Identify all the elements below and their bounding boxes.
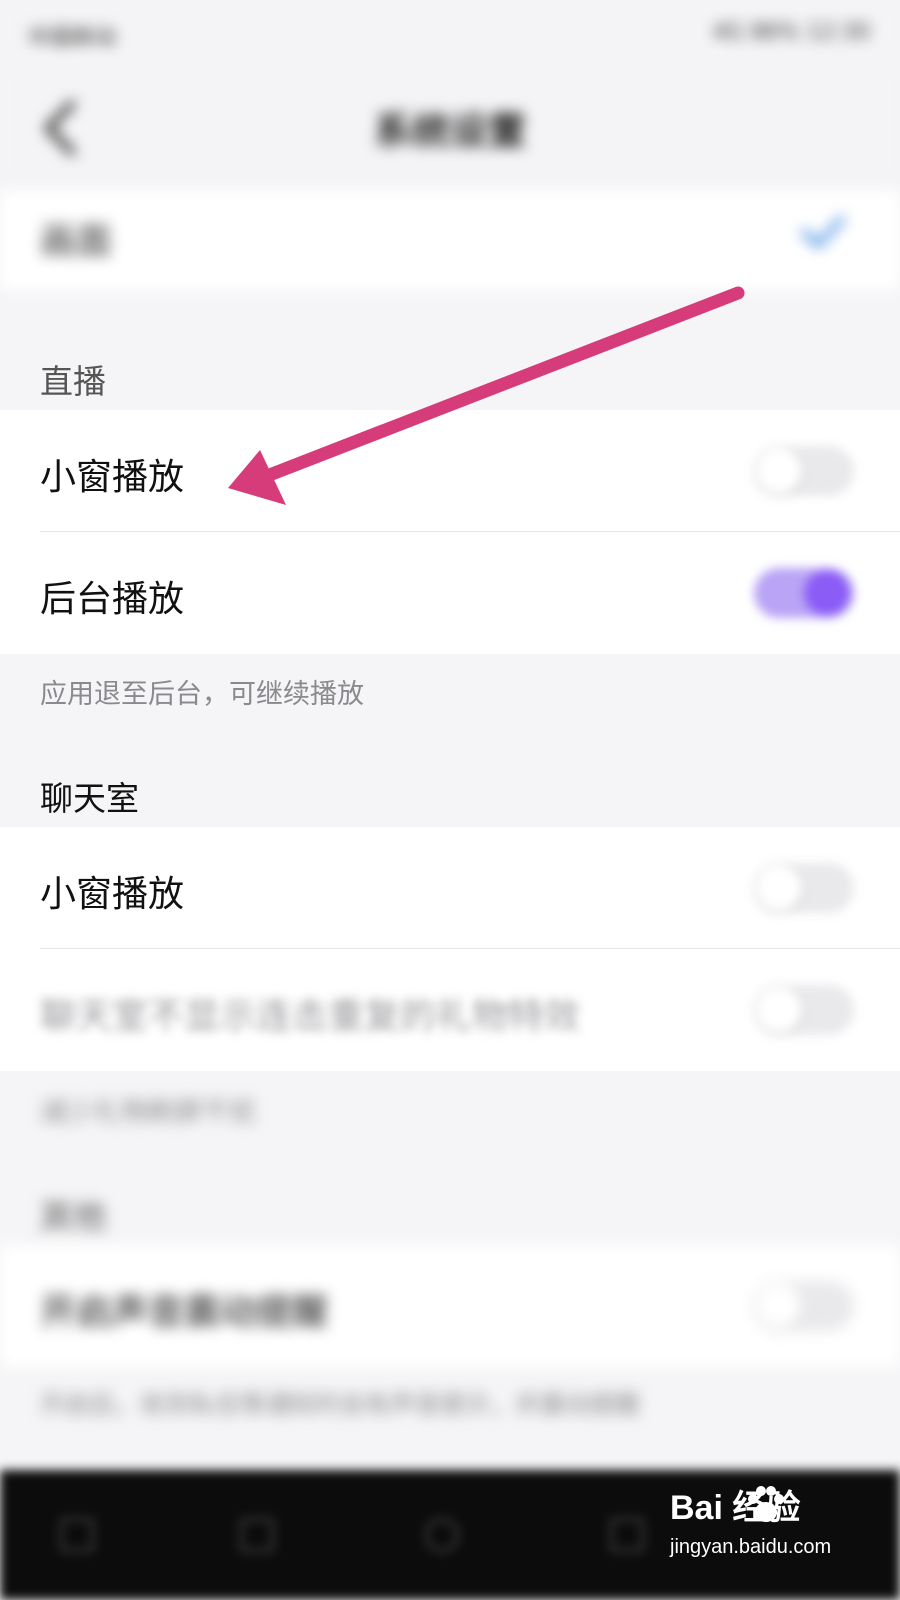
home-button[interactable]	[425, 1518, 459, 1552]
live-background-row[interactable]: 后台播放	[0, 532, 900, 654]
recents-button[interactable]	[610, 1518, 644, 1552]
top-row-label: 画面	[40, 221, 113, 262]
paw-icon	[748, 1486, 784, 1522]
chatroom-pip-label: 小窗播放	[40, 874, 185, 915]
back-button[interactable]	[240, 1518, 274, 1552]
other-sound-toggle[interactable]	[754, 1281, 854, 1331]
status-icons: 4G 86% 12:30	[712, 20, 870, 45]
baidu-jingyan-watermark: Bai 经验 jingyan.baidu.com	[670, 1480, 840, 1580]
live-pip-label: 小窗播放	[40, 457, 185, 498]
chatroom-pip-toggle[interactable]	[754, 863, 854, 913]
other-sound-hint: 开启后，收到私信等通知时会有声音提示，并震动提醒	[40, 1390, 641, 1419]
watermark-url: jingyan.baidu.com	[670, 1536, 832, 1558]
carrier-label: 中国移动	[28, 26, 117, 51]
chatroom-pip-row[interactable]: 小窗播放	[0, 827, 900, 949]
nav-bar: 系统设置	[0, 60, 900, 190]
status-bar: 中国移动 4G 86% 12:30	[0, 0, 900, 60]
chatroom-gift-toggle[interactable]	[754, 985, 854, 1035]
top-setting-row[interactable]: 画面	[0, 190, 900, 290]
other-sound-row[interactable]: 开启声音震动提醒	[0, 1245, 900, 1367]
section-header-other: 其他	[40, 1197, 106, 1236]
section-header-live: 直播	[40, 362, 106, 401]
toggle-knob	[756, 1283, 802, 1329]
toggle-knob	[756, 865, 802, 911]
section-header-chatroom: 聊天室	[40, 779, 139, 818]
menu-button[interactable]	[60, 1518, 94, 1552]
toggle-knob	[756, 448, 802, 494]
live-pip-row[interactable]: 小窗播放	[0, 410, 900, 532]
page-title: 系统设置	[373, 109, 526, 153]
live-pip-toggle[interactable]	[754, 446, 854, 496]
live-background-toggle[interactable]	[754, 568, 854, 618]
toggle-knob	[804, 570, 850, 616]
chatroom-hint: 减少礼物刷屏干扰	[40, 1097, 256, 1128]
live-background-label: 后台播放	[40, 579, 185, 620]
chatroom-gift-label: 聊天室不显示连击重复的礼物特效	[40, 996, 581, 1037]
check-icon	[801, 216, 845, 248]
other-sound-label: 开启声音震动提醒	[40, 1292, 329, 1333]
toggle-knob	[756, 987, 802, 1033]
chatroom-gift-row[interactable]: 聊天室不显示连击重复的礼物特效	[0, 949, 900, 1071]
live-background-hint: 应用退至后台，可继续播放	[40, 679, 364, 710]
